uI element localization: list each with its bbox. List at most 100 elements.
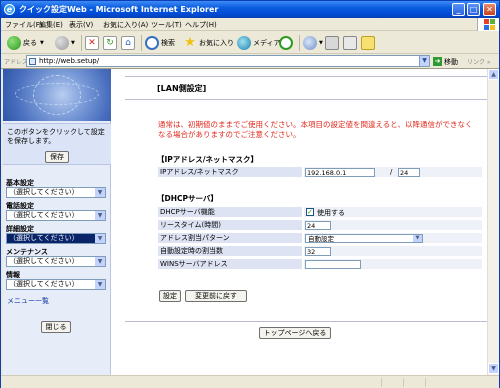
- nav-phone-select[interactable]: （選択してください） ▼: [6, 210, 106, 221]
- chevron-down-icon: ▼: [95, 234, 105, 243]
- search-button[interactable]: 検索: [145, 35, 175, 51]
- toolbar: 戻る ▼ ▼ ✕ ↻ ⌂ 検索 ★ お気に入り メディア ▼: [1, 32, 499, 54]
- title-bar[interactable]: e クイック設定Web - Microsoft Internet Explore…: [1, 1, 499, 18]
- dhcp-enable-checkbox[interactable]: ✓: [306, 208, 314, 216]
- menu-file[interactable]: ファイル(F): [5, 20, 43, 30]
- forward-button[interactable]: ▼: [55, 35, 75, 51]
- stop-button[interactable]: ✕: [85, 35, 101, 51]
- chevron-down-icon: ▼: [95, 211, 105, 220]
- lease-time-row: リースタイム(時間) 24: [157, 219, 483, 231]
- set-button[interactable]: 設定: [159, 290, 181, 302]
- nav-basic-settings: 基本設定 （選択してください） ▼: [6, 178, 108, 198]
- address-pattern-label: アドレス割当パターン: [157, 232, 303, 244]
- close-window-button[interactable]: ✕: [483, 3, 496, 16]
- nav-basic-value: （選択してください）: [9, 188, 79, 196]
- address-pattern-select[interactable]: 自動設定 ▼: [305, 234, 423, 243]
- page-content: このボタンをクリックして設定を保存します。 保存 基本設定 （選択してください）…: [3, 69, 487, 375]
- save-button[interactable]: 保存: [45, 151, 69, 163]
- back-button[interactable]: 戻る ▼: [7, 35, 44, 51]
- vertical-scrollbar[interactable]: ▲ ▼: [487, 69, 499, 375]
- chevron-down-icon[interactable]: ▼: [419, 56, 429, 66]
- chevron-down-icon: ▼: [95, 257, 105, 266]
- chevron-down-icon: ▼: [413, 235, 422, 242]
- menu-view[interactable]: 表示(V): [69, 20, 93, 30]
- sidebar: このボタンをクリックして設定を保存します。 保存 基本設定 （選択してください）…: [3, 69, 111, 375]
- revert-button[interactable]: 変更前に戻す: [185, 290, 247, 302]
- nav-advanced-label: 詳細設定: [6, 225, 34, 233]
- chevron-down-icon: ▼: [71, 40, 75, 46]
- minimize-button[interactable]: _: [452, 3, 465, 16]
- nav-basic-select[interactable]: （選択してください） ▼: [6, 187, 106, 198]
- nav-advanced-value: （選択してください）: [9, 234, 79, 242]
- links-button[interactable]: リンク »: [467, 57, 491, 66]
- netmask-input[interactable]: 24: [398, 168, 420, 177]
- dhcp-enable-label: 使用する: [317, 209, 345, 217]
- nav-phone-value: （選択してください）: [9, 211, 79, 219]
- address-pattern-row: アドレス割当パターン 自動設定 ▼: [157, 232, 483, 244]
- media-label: メディア: [253, 39, 281, 47]
- scroll-down-icon[interactable]: ▼: [488, 363, 499, 374]
- menu-tools[interactable]: ツール(T): [151, 20, 182, 30]
- edit-button[interactable]: [343, 35, 359, 51]
- print-button[interactable]: [325, 35, 341, 51]
- menu-list-link[interactable]: メニュー一覧: [7, 296, 49, 306]
- forward-arrow-icon: [55, 36, 69, 50]
- nav-maintenance-select[interactable]: （選択してください） ▼: [6, 256, 106, 267]
- logo-ring: [15, 83, 99, 105]
- auto-count-input[interactable]: 32: [305, 247, 331, 256]
- go-button[interactable]: ➜ 移動: [433, 56, 458, 67]
- warning-text: 通常は、初期値のままでご使用ください。本項目の設定値を間違えると、以降通信ができ…: [158, 120, 473, 139]
- maximize-button[interactable]: □: [467, 3, 480, 16]
- menu-favorites[interactable]: お気に入り(A): [103, 20, 148, 30]
- home-button[interactable]: ⌂: [121, 35, 137, 51]
- star-icon: ★: [184, 35, 196, 50]
- notes-button[interactable]: [361, 35, 377, 51]
- status-bar: [1, 375, 499, 388]
- ip-label: IPアドレス/ネットマスク: [157, 166, 303, 178]
- status-zone-cell: [425, 378, 499, 387]
- menu-bar: ファイル(F) 編集(E) 表示(V) お気に入り(A) ツール(T) ヘルプ(…: [1, 18, 499, 31]
- address-url: http://web.setup/: [39, 57, 100, 65]
- auto-count-cell: 32: [303, 245, 483, 257]
- history-icon: [279, 36, 293, 50]
- media-icon: [237, 36, 251, 50]
- wins-row: WINSサーバアドレス: [157, 258, 483, 270]
- history-button[interactable]: [279, 35, 295, 51]
- menu-help[interactable]: ヘルプ(H): [185, 20, 217, 30]
- media-button[interactable]: メディア: [237, 35, 281, 51]
- nav-basic-label: 基本設定: [6, 179, 34, 187]
- back-label: 戻る: [23, 39, 37, 47]
- close-button[interactable]: 閉じる: [41, 321, 71, 333]
- lease-time-input[interactable]: 24: [305, 221, 331, 230]
- browser-window: e クイック設定Web - Microsoft Internet Explore…: [0, 0, 500, 388]
- toolbar-separator: [299, 35, 300, 51]
- nav-maintenance-label: メンテナンス: [6, 248, 48, 256]
- go-arrow-icon: ➜: [433, 57, 442, 66]
- nav-info: 情報 （選択してください） ▼: [6, 270, 108, 290]
- favorites-button[interactable]: ★ お気に入り: [183, 35, 234, 51]
- nav-advanced-select[interactable]: （選択してください） ▼: [6, 233, 106, 244]
- chevron-down-icon: ▼: [40, 40, 44, 46]
- dhcp-function-row: DHCPサーバ機能 ✓ 使用する: [157, 206, 483, 218]
- ip-address-input[interactable]: 192.168.0.1: [305, 168, 375, 177]
- address-bar: アドレス(D) http://web.setup/ ▼ ➜ 移動 リンク »: [1, 54, 499, 69]
- divider: [125, 99, 487, 100]
- refresh-button[interactable]: ↻: [103, 35, 119, 51]
- go-label: 移動: [444, 57, 458, 66]
- scroll-up-icon[interactable]: ▲: [488, 69, 499, 80]
- page-icon: [29, 58, 36, 65]
- wins-input[interactable]: [305, 260, 361, 269]
- stop-icon: ✕: [85, 36, 99, 50]
- search-label: 検索: [161, 39, 175, 47]
- favorites-label: お気に入り: [199, 39, 234, 47]
- home-icon: ⌂: [121, 36, 135, 50]
- menu-edit[interactable]: 編集(E): [39, 20, 63, 30]
- top-page-button[interactable]: トップページへ戻る: [259, 327, 331, 339]
- wins-cell: [303, 258, 483, 270]
- divider: [125, 76, 487, 77]
- mail-button[interactable]: ▼: [303, 35, 323, 51]
- address-pattern-cell: 自動設定 ▼: [303, 232, 483, 244]
- address-input[interactable]: http://web.setup/ ▼: [26, 55, 430, 67]
- nav-info-select[interactable]: （選択してください） ▼: [6, 279, 106, 290]
- wins-label: WINSサーバアドレス: [157, 258, 303, 270]
